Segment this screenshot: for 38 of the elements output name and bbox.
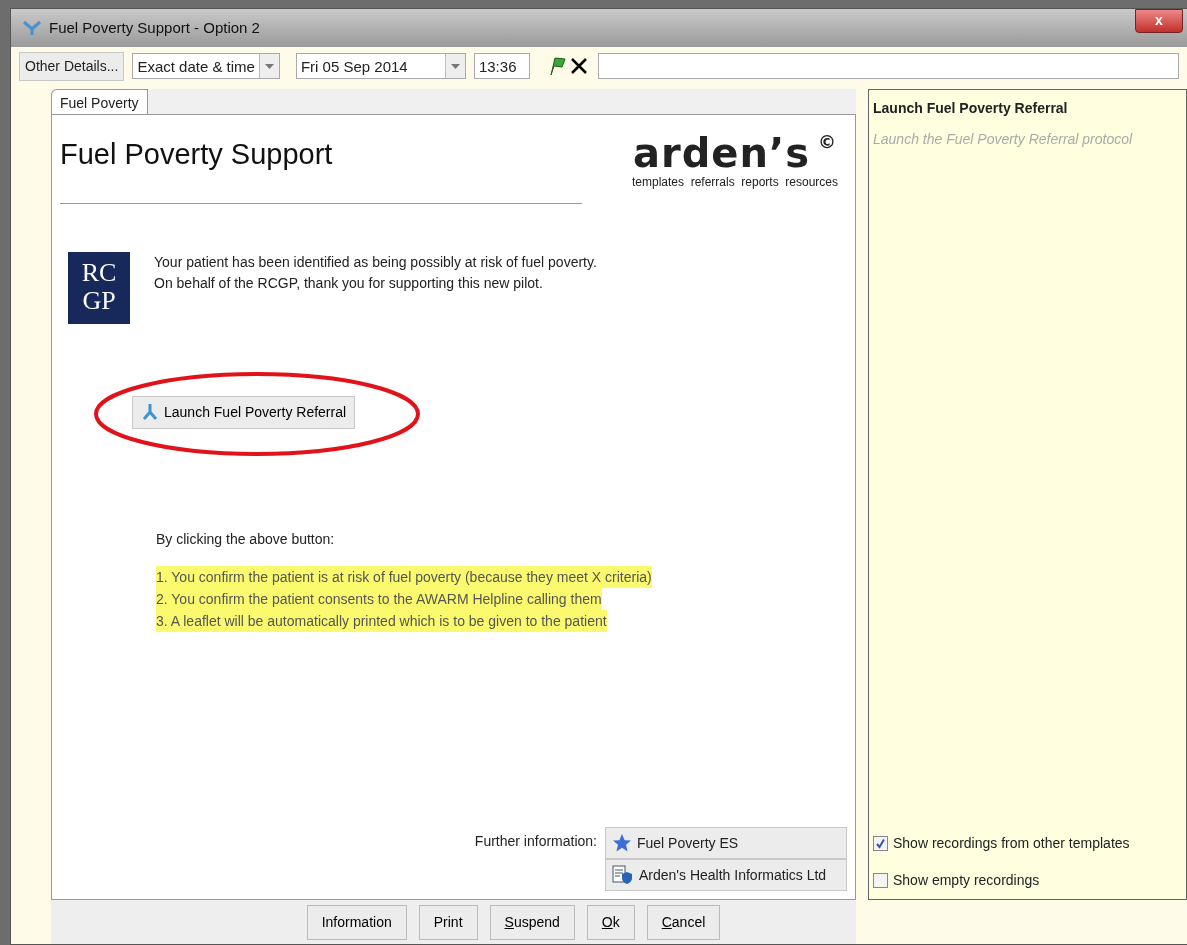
branch-icon xyxy=(141,403,159,421)
checkbox-label: Show recordings from other templates xyxy=(893,834,1130,853)
list-item-text: 3. A leaflet will be automatically printed which is to be given to the patient xyxy=(156,609,607,632)
intro-text: On behalf of the RCGP, thank you for supporting this new pilot. xyxy=(154,273,544,293)
dialog-button[interactable]: Print xyxy=(418,904,478,940)
date-dropdown[interactable]: Fri 05 Sep 2014 xyxy=(295,53,466,79)
list-item-text: 1. You confirm the patient is at risk of fuel poverty (because they meet X criteria) xyxy=(156,565,652,588)
checkbox-label: Show empty recordings xyxy=(893,871,1040,890)
close-button[interactable]: x xyxy=(1135,9,1183,33)
intro-text: Your patient has been identified as being possibly at risk of fuel poverty. xyxy=(154,252,597,272)
caret-icon xyxy=(450,63,460,69)
dialog-button[interactable]: Ok xyxy=(586,904,635,940)
link-button[interactable]: Arden's Health Informatics Ltd xyxy=(605,859,847,891)
list-item-text: 2. You confirm the patient consents to the AWARM Helpline calling them xyxy=(156,587,602,610)
brand-logo: arden’s © templates referrals reports resources xyxy=(630,133,840,191)
link-button[interactable]: Fuel Poverty ES xyxy=(605,827,847,859)
dialog-button[interactable]: Information xyxy=(306,904,407,940)
form-tab[interactable]: Fuel Poverty xyxy=(51,89,148,114)
org-logo: RC GP xyxy=(68,251,130,324)
app-icon xyxy=(23,20,41,36)
instruction-text: By clicking the above button: xyxy=(156,529,336,549)
checkbox[interactable] xyxy=(873,873,888,888)
launch-referral-button[interactable]: Launch Fuel Poverty Referral xyxy=(132,395,356,429)
window-title: Fuel Poverty Support - Option 2 xyxy=(49,17,260,38)
dialog-button[interactable]: Suspend xyxy=(489,904,575,940)
caret-icon xyxy=(264,63,274,69)
checkbox[interactable] xyxy=(873,836,888,851)
further-information-label: Further information: xyxy=(474,832,597,851)
comment-field[interactable] xyxy=(597,53,1179,79)
star-icon xyxy=(612,833,632,853)
other-details-button[interactable]: Other Details... xyxy=(19,51,125,81)
dialog-button[interactable]: Cancel xyxy=(646,904,721,940)
form-heading: Fuel Poverty Support xyxy=(60,137,334,172)
date-mode-dropdown[interactable]: Exact date & time xyxy=(132,53,280,79)
time-field[interactable]: 13:36 xyxy=(473,53,530,79)
document-shield-icon xyxy=(612,865,634,885)
panel-description: Launch the Fuel Poverty Referral protocol xyxy=(873,130,1134,149)
panel-title: Launch Fuel Poverty Referral xyxy=(873,99,1069,118)
